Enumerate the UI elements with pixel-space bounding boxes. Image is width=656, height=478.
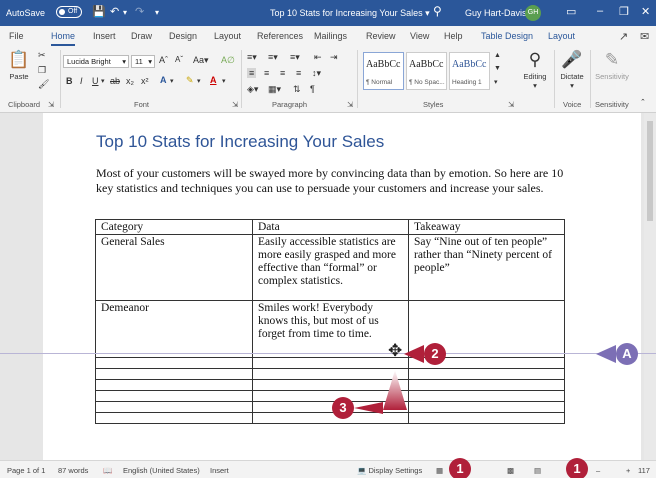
callout-1b: 1 <box>566 458 588 478</box>
word-count[interactable]: 87 words <box>58 466 88 475</box>
zoom-in-icon[interactable]: + <box>626 466 630 475</box>
language[interactable]: English (United States) <box>123 466 200 475</box>
callout-2-arrow <box>404 345 424 363</box>
status-bar: Page 1 of 1 87 words 📖 English (United S… <box>0 460 656 478</box>
web-layout-icon[interactable]: ▤ <box>534 466 541 475</box>
callout-a-arrow <box>596 345 616 363</box>
proofing-icon[interactable]: 📖 <box>103 466 112 475</box>
annotation-overlay <box>354 345 616 476</box>
display-settings-button[interactable]: 💻 Display Settings <box>357 466 422 475</box>
callout-a: A <box>616 343 638 365</box>
print-layout-icon[interactable]: ▩ <box>507 466 514 475</box>
page-count[interactable]: Page 1 of 1 <box>7 466 45 475</box>
callout-1a: 1 <box>449 458 471 478</box>
focus-mode-icon[interactable]: ▦ <box>436 466 443 475</box>
callout-3: 3 <box>332 397 354 419</box>
drag-indicator-arrow <box>383 370 407 410</box>
zoom-level[interactable]: 117 <box>638 466 650 475</box>
callout-2: 2 <box>424 343 446 365</box>
zoom-out-icon[interactable]: – <box>596 466 600 475</box>
insert-mode[interactable]: Insert <box>210 466 229 475</box>
word-window: AutoSave Off 💾 ↶ ▾ ↷ ▾ Top 10 Stats for … <box>0 0 656 478</box>
callout-3-arrow <box>354 402 383 414</box>
display-settings-label: Display Settings <box>368 466 423 475</box>
